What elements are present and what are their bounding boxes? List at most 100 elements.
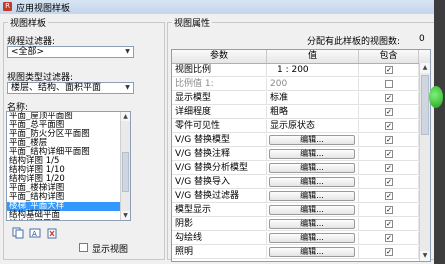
column-header-value[interactable]: 值: [267, 50, 359, 63]
edit-button[interactable]: 编辑...: [269, 247, 355, 257]
parameter-value-cell: 编辑...: [267, 176, 359, 188]
include-checkbox[interactable]: ✓: [385, 136, 393, 144]
dialog-body: 视图样板 规程过滤器: <全部> ▼ 视图类型过滤器: 楼层、结构、面积平面 ▼…: [0, 14, 445, 264]
discipline-filter-value: <全部>: [11, 47, 45, 57]
edit-button[interactable]: 编辑...: [269, 205, 355, 215]
parameter-name: V/G 替换模型: [172, 134, 267, 146]
delete-template-button[interactable]: [45, 227, 59, 241]
parameter-value-cell[interactable]: 1 : 200: [267, 64, 359, 76]
app-icon: R: [3, 2, 12, 11]
include-checkbox[interactable]: ✓: [385, 178, 393, 186]
duplicate-template-button[interactable]: [11, 227, 25, 241]
include-cell: ✓: [359, 120, 419, 132]
edit-button[interactable]: 编辑...: [269, 135, 355, 145]
include-checkbox[interactable]: ✓: [385, 122, 393, 130]
parameter-name: 阴影: [172, 218, 267, 230]
table-row: 视图比例 1 : 200 ✓: [172, 64, 419, 77]
edit-button[interactable]: 编辑...: [269, 149, 355, 159]
edit-button[interactable]: 编辑...: [269, 163, 355, 173]
table-row: 模型显示 编辑... ✓: [172, 204, 419, 217]
include-cell: ✓: [359, 162, 419, 174]
edit-button[interactable]: 编辑...: [269, 233, 355, 243]
include-checkbox[interactable]: ✓: [385, 150, 393, 158]
table-row: V/G 替换过滤器 编辑... ✓: [172, 190, 419, 203]
parameter-value-cell[interactable]: 显示原状态: [267, 120, 359, 132]
parameter-value-cell: 编辑...: [267, 232, 359, 244]
parameter-value-cell: 编辑...: [267, 162, 359, 174]
parameter-value-cell[interactable]: 粗略: [267, 106, 359, 118]
template-name-list[interactable]: 平面_屋顶平面图 平面_总平面图 平面_防火分区平面图 平面_楼层 平面_结构详细平面图…: [6, 111, 131, 221]
rename-template-button[interactable]: A: [28, 227, 42, 241]
parameter-name: V/G 替换过滤器: [172, 190, 267, 202]
include-cell: ✓: [359, 176, 419, 188]
chevron-down-icon: ▼: [125, 48, 130, 55]
parameter-name: 勾绘线: [172, 232, 267, 244]
rename-icon: A: [29, 228, 41, 238]
include-checkbox[interactable]: ✓: [385, 94, 393, 102]
parameter-value-cell: 编辑...: [267, 190, 359, 202]
parameter-name: 显示模型: [172, 92, 267, 104]
scroll-up-icon[interactable]: ▲: [121, 112, 130, 121]
edit-button[interactable]: 编辑...: [269, 177, 355, 187]
parameter-name: V/G 替换导入: [172, 176, 267, 188]
table-row: V/G 替换导入 编辑... ✓: [172, 176, 419, 189]
show-views-checkbox[interactable]: [79, 243, 88, 252]
edit-button[interactable]: 编辑...: [269, 191, 355, 201]
template-name-items: 平面_屋顶平面图 平面_总平面图 平面_防火分区平面图 平面_楼层 平面_结构详细平面图…: [7, 112, 130, 221]
table-header: 参数 值 包含: [172, 50, 430, 64]
scroll-up-icon[interactable]: ▲: [420, 63, 430, 73]
list-scrollbar[interactable]: ▲ ▼: [120, 112, 130, 220]
viewtype-filter-dropdown[interactable]: 楼层、结构、面积平面 ▼: [7, 82, 134, 94]
discipline-filter-dropdown[interactable]: <全部> ▼: [7, 46, 134, 58]
table-row: 阴影 编辑... ✓: [172, 218, 419, 231]
view-properties-group-title: 视图属性: [172, 16, 213, 29]
table-row: 详细程度 粗略 ✓: [172, 106, 419, 119]
include-cell: ✓: [359, 204, 419, 216]
list-item[interactable]: 结构楼层平面: [9, 220, 60, 221]
include-checkbox[interactable]: ✓: [385, 164, 393, 172]
table-row: 比例值 1: 200: [172, 78, 419, 91]
duplicate-icon: [12, 227, 24, 239]
svg-text:A: A: [32, 230, 37, 238]
include-checkbox[interactable]: ✓: [385, 192, 393, 200]
include-cell: ✓: [359, 106, 419, 118]
parameter-name: V/G 替换注释: [172, 148, 267, 160]
table-row: V/G 替换模型 编辑... ✓: [172, 134, 419, 147]
assigned-views-count: 0: [419, 34, 425, 44]
cursor-highlight: [429, 86, 443, 108]
include-cell: ✓: [359, 64, 419, 76]
parameter-name: 照明: [172, 246, 267, 258]
include-cell: ✓: [359, 134, 419, 146]
scroll-down-icon[interactable]: ▼: [121, 211, 130, 220]
parameter-value-cell: 编辑...: [267, 148, 359, 160]
include-cell: ✓: [359, 246, 419, 258]
chevron-down-icon: ▼: [125, 84, 130, 91]
include-checkbox[interactable]: ✓: [385, 206, 393, 214]
scroll-down-icon[interactable]: ▼: [420, 251, 430, 261]
title-bar: R 应用视图样板: [0, 0, 445, 15]
show-views-label: 显示视图: [92, 245, 129, 255]
include-checkbox[interactable]: ✓: [385, 108, 393, 116]
include-checkbox[interactable]: ✓: [385, 66, 393, 74]
background-window-edge: [434, 0, 445, 264]
column-header-parameter[interactable]: 参数: [172, 50, 267, 63]
include-checkbox[interactable]: ✓: [385, 234, 393, 242]
include-cell: ✓: [359, 218, 419, 230]
parameter-value-cell: 编辑...: [267, 204, 359, 216]
include-checkbox[interactable]: ✓: [385, 248, 393, 256]
parameter-name: 比例值 1:: [172, 78, 267, 90]
parameter-value-cell[interactable]: 标准: [267, 92, 359, 104]
column-header-include[interactable]: 包含: [359, 50, 419, 63]
scrollbar-thumb[interactable]: [421, 75, 429, 135]
include-cell: ✓: [359, 190, 419, 202]
parameter-name: 详细程度: [172, 106, 267, 118]
edit-button[interactable]: 编辑...: [269, 219, 355, 229]
scrollbar-thumb[interactable]: [122, 152, 129, 192]
include-cell: ✓: [359, 232, 419, 244]
viewtype-filter-value: 楼层、结构、面积平面: [11, 83, 102, 93]
table-row: V/G 替换分析模型 编辑... ✓: [172, 162, 419, 175]
include-checkbox[interactable]: [385, 80, 393, 88]
include-checkbox[interactable]: ✓: [385, 220, 393, 228]
view-templates-group-title: 视图样板: [8, 16, 49, 29]
parameter-name: V/G 替换分析模型: [172, 162, 267, 174]
